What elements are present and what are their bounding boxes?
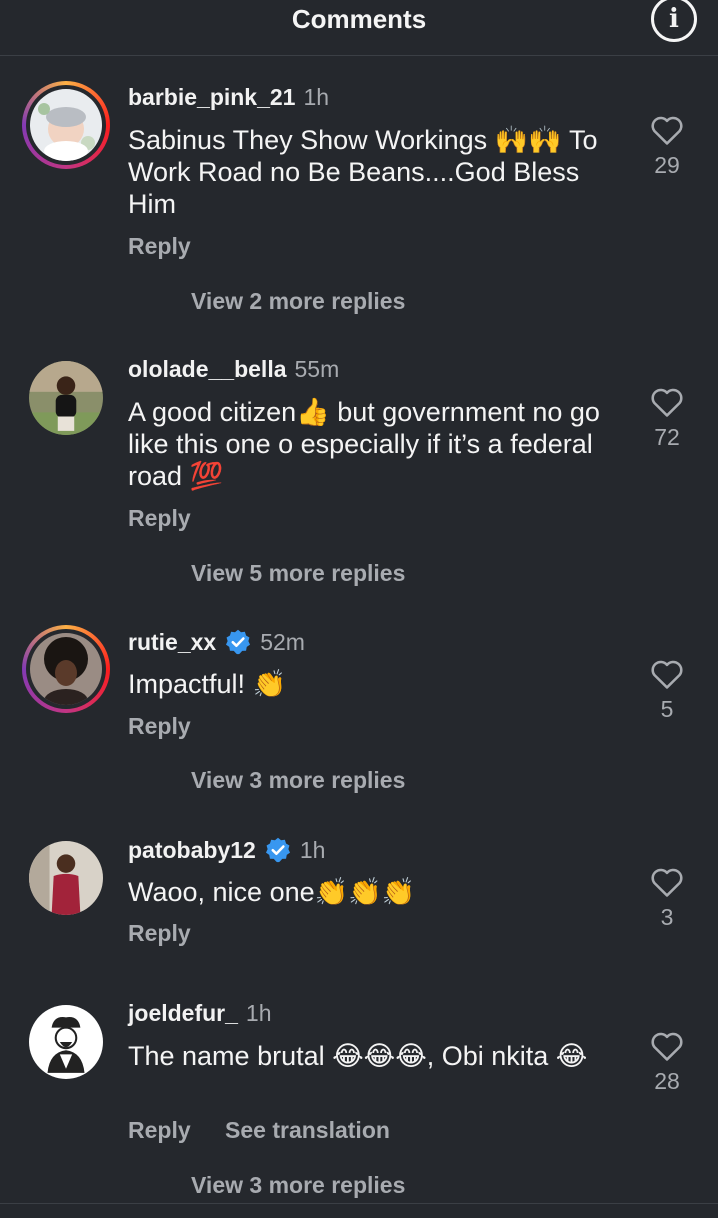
heart-icon [651,660,683,689]
timestamp: 1h [245,1000,272,1026]
like-button[interactable]: 5 [642,658,692,723]
heart-icon [651,1032,683,1061]
like-button[interactable]: 28 [642,1030,692,1095]
view-replies-button[interactable]: View 2 more replies [191,288,405,315]
view-replies-button[interactable]: View 5 more replies [191,560,405,587]
username[interactable]: barbie_pink_21 [128,84,295,111]
comment-actions: Reply See translation [128,1117,418,1144]
comment-actions: Reply [128,505,219,532]
comments-screen: Comments i barbie_pink_21 1h Sabinus The… [0,0,718,1218]
reply-button[interactable]: Reply [128,233,191,259]
like-count: 29 [654,152,680,178]
avatar-image [29,1005,103,1079]
comment-text: Impactful! 👏 [128,669,287,699]
timestamp: 52m [260,628,305,655]
story-ring [22,625,110,713]
like-count: 72 [654,424,680,450]
avatar-image [30,89,102,161]
avatar[interactable] [22,81,110,169]
reply-button[interactable]: Reply [128,1117,191,1143]
comment-text: Waoo, nice one👏👏👏 [128,877,416,907]
reply-button[interactable]: Reply [128,713,191,739]
verified-badge-icon [265,837,290,863]
like-count: 28 [654,1068,680,1094]
divider [0,1203,718,1204]
comment-actions: Reply [128,233,219,260]
like-count: 5 [660,696,674,722]
avatar[interactable] [22,625,110,713]
heart-icon [651,868,683,897]
comment-meta: ololade__bella 55m [128,356,339,383]
comment-actions: Reply [128,713,219,740]
comment-actions: Reply [128,920,219,947]
heart-icon [651,116,683,145]
verified-badge-icon [226,629,251,655]
comment-meta: barbie_pink_21 1h [128,84,329,111]
like-button[interactable]: 72 [642,386,692,451]
username[interactable]: patobaby12 [128,837,256,864]
avatar[interactable] [29,1005,103,1079]
see-translation-button[interactable]: See translation [225,1117,390,1143]
reply-button[interactable]: Reply [128,920,191,946]
username[interactable]: joeldefur_ [128,1000,238,1027]
reply-button[interactable]: Reply [128,505,191,531]
avatar-image [30,633,102,705]
like-button[interactable]: 3 [642,866,692,931]
comments-header: Comments i [0,0,718,56]
view-replies-button[interactable]: View 3 more replies [191,767,405,794]
info-icon[interactable]: i [651,0,697,42]
avatar[interactable] [29,361,103,435]
view-replies-button[interactable]: View 3 more replies [191,1172,405,1199]
avatar-image [29,361,103,435]
like-count: 3 [660,904,674,930]
comment-text: Sabinus They Show Workings 🙌🙌 To Work Ro… [128,125,598,219]
timestamp: 1h [299,836,326,863]
comment-meta: patobaby12 1h [128,836,325,864]
timestamp: 1h [303,84,330,110]
timestamp: 55m [294,356,340,382]
avatar-image [29,841,103,915]
comment-meta: joeldefur_ 1h [128,1000,272,1027]
like-button[interactable]: 29 [642,114,692,179]
page-title: Comments [291,4,427,34]
avatar[interactable] [29,841,103,915]
comment-text: A good citizen👍 but government no go lik… [128,397,600,491]
username[interactable]: ololade__bella [128,356,287,383]
comment-meta: rutie_xx 52m [128,628,305,656]
username[interactable]: rutie_xx [128,629,216,656]
comment-text: The name brutal 😂😂😂, Obi nkita 😂 [128,1041,588,1071]
story-ring [22,81,110,169]
heart-icon [651,388,683,417]
